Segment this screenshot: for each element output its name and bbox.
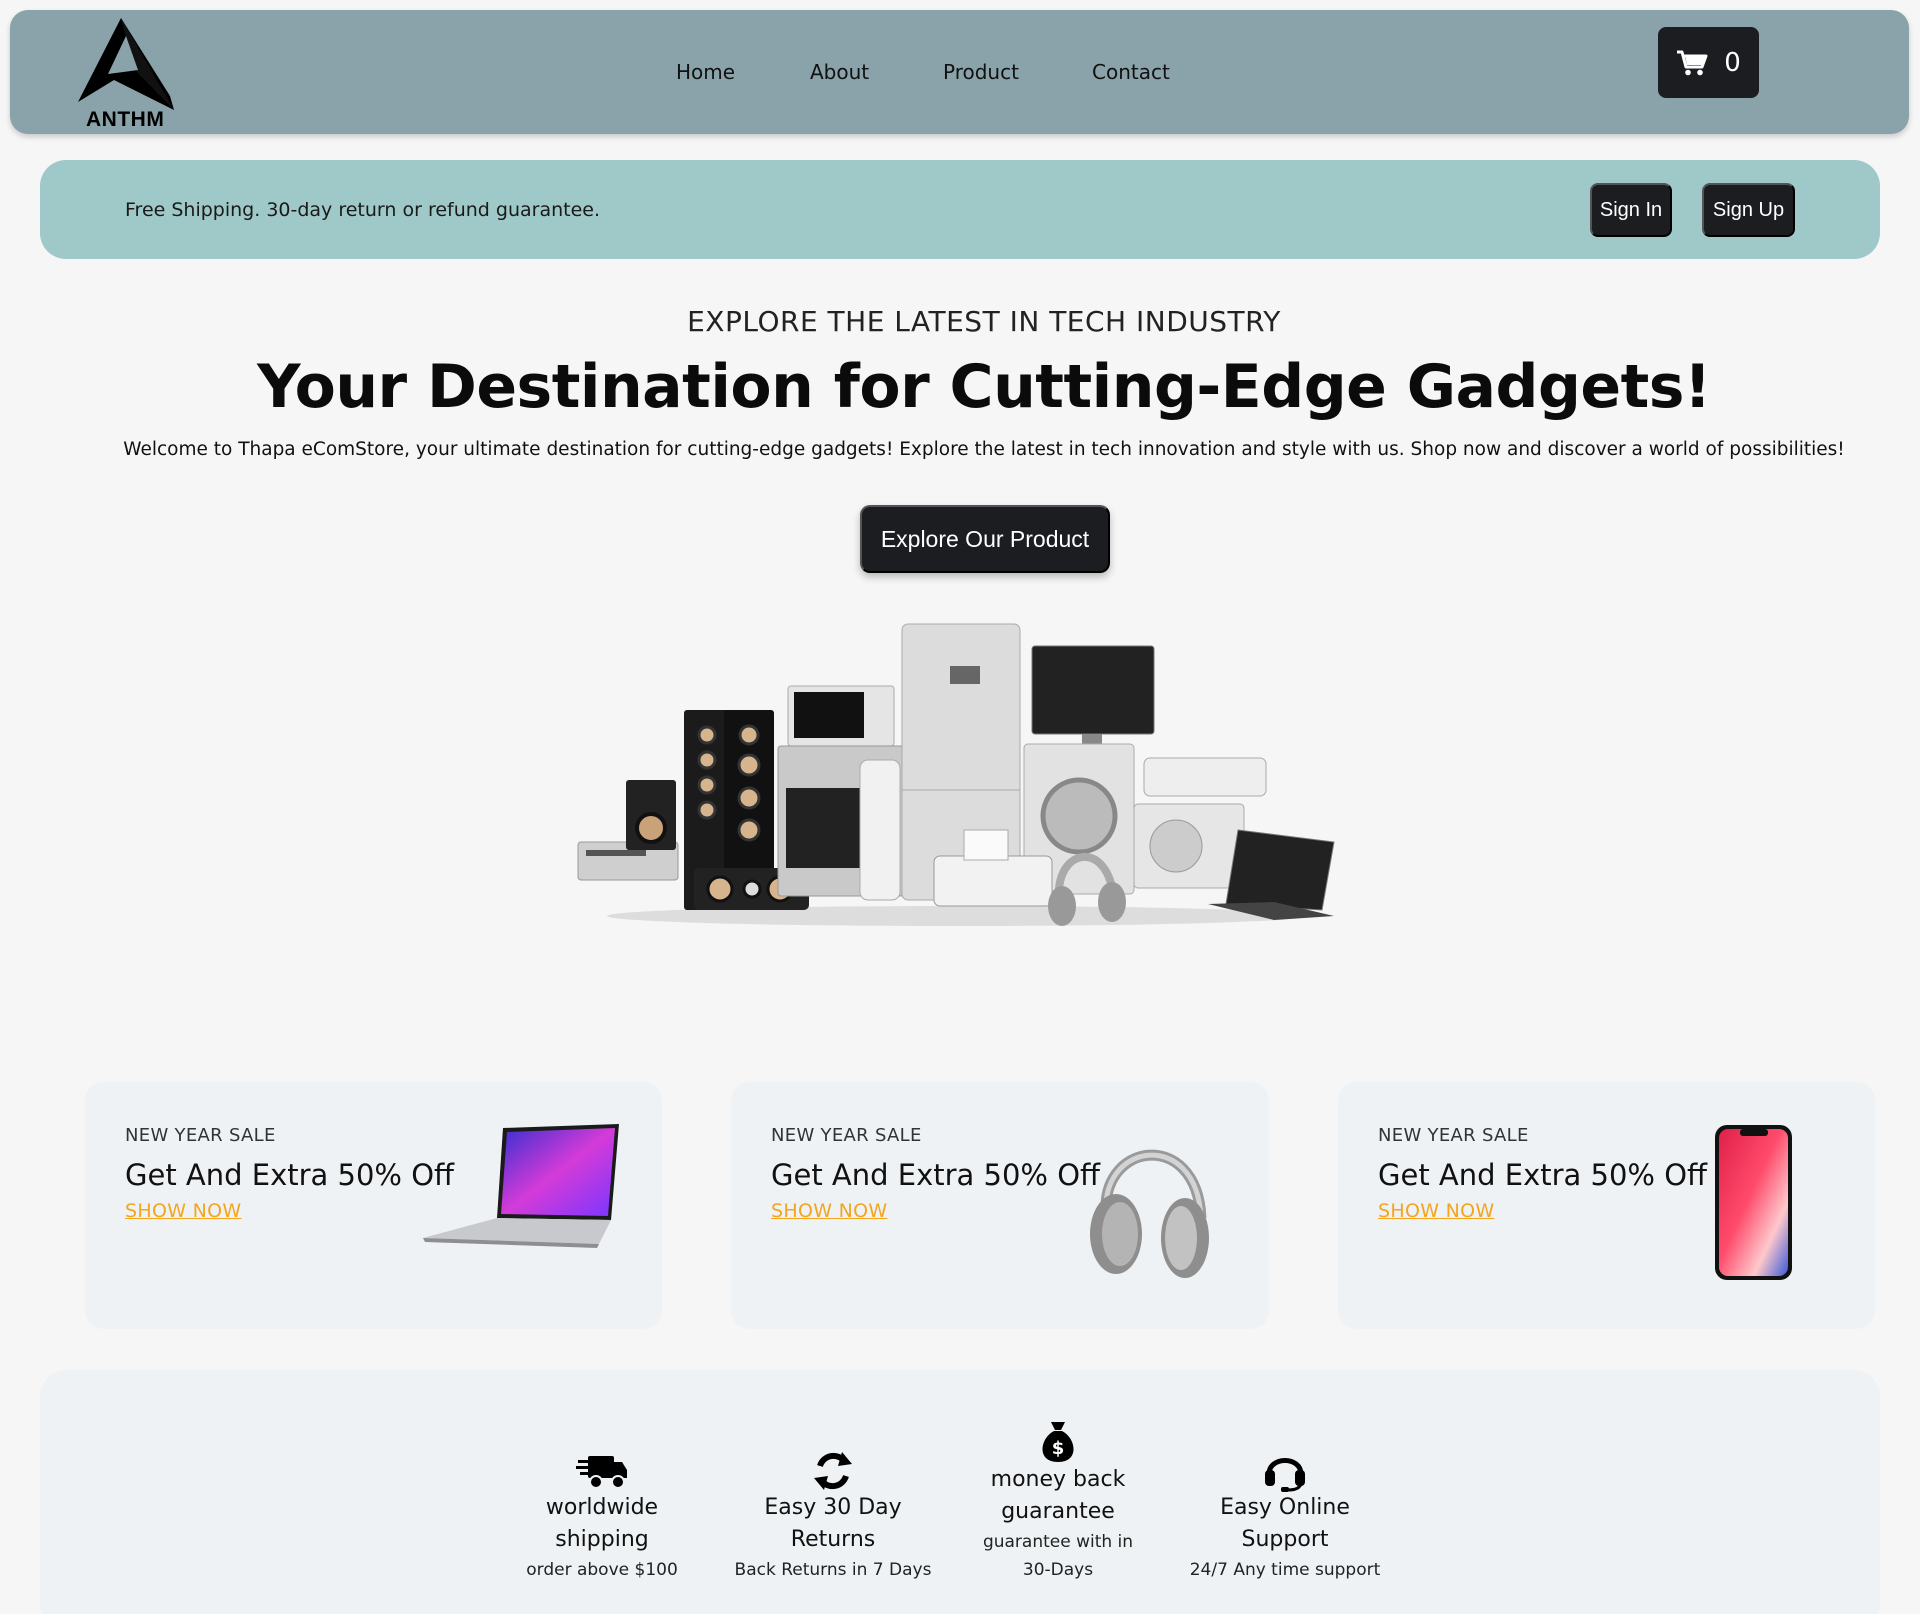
feature-title: money back guarantee (990, 1467, 1126, 1524)
hero-title: Your Destination for Cutting-Edge Gadget… (257, 352, 1711, 422)
explore-products-button[interactable]: Explore Our Product (860, 505, 1110, 573)
sign-up-button[interactable]: Sign Up (1702, 183, 1795, 237)
feature-title: worldwide shipping (545, 1495, 659, 1552)
show-now-link[interactable]: SHOW NOW (1378, 1200, 1494, 1222)
card-title: Get And Extra 50% Off (1378, 1158, 1707, 1192)
page: ANTHM Home About Product Contact 0 Free … (0, 0, 1920, 1614)
card-title: Get And Extra 50% Off (125, 1158, 454, 1192)
nav-contact[interactable]: Contact (1092, 60, 1170, 84)
feature-subtitle: Back Returns in 7 Days (734, 1560, 932, 1580)
card-kicker: NEW YEAR SALE (1378, 1125, 1529, 1146)
feature-shipping: worldwide shipping order above $100 (502, 1450, 702, 1584)
truck-icon (576, 1456, 627, 1489)
hero-eyebrow: EXPLORE THE LATEST IN TECH INDUSTRY (687, 305, 1281, 338)
nav-product[interactable]: Product (943, 60, 1019, 84)
cart-button[interactable]: 0 (1658, 27, 1759, 98)
laptop-image (423, 1122, 623, 1256)
feature-title: Easy Online Support (1220, 1495, 1350, 1552)
cart-count: 0 (1724, 47, 1741, 78)
nav-home[interactable]: Home (676, 60, 735, 84)
feature-money-back: $ money back guarantee guarantee with in… (968, 1420, 1148, 1584)
main-nav: Home About Product Contact (10, 10, 1909, 134)
sale-card-headphones[interactable]: NEW YEAR SALE Get And Extra 50% Off SHOW… (731, 1082, 1269, 1329)
feature-support: Easy Online Support 24/7 Any time suppor… (1180, 1450, 1390, 1584)
show-now-link[interactable]: SHOW NOW (771, 1200, 887, 1222)
cart-icon (1677, 50, 1708, 75)
svg-text:$: $ (1052, 1438, 1065, 1459)
nav-about[interactable]: About (810, 60, 869, 84)
headphones-image (1081, 1122, 1221, 1290)
feature-returns: Easy 30 Day Returns Back Returns in 7 Da… (728, 1450, 938, 1584)
card-kicker: NEW YEAR SALE (125, 1125, 276, 1146)
feature-subtitle: guarantee with in 30-Days (982, 1532, 1134, 1580)
feature-title: Easy 30 Day Returns (764, 1495, 902, 1552)
headset-icon (1265, 1458, 1305, 1492)
hero-appliances-image (574, 620, 1340, 930)
sign-in-button[interactable]: Sign In (1590, 183, 1672, 237)
feature-subtitle: 24/7 Any time support (1189, 1560, 1381, 1580)
smartphone-image (1714, 1124, 1794, 1286)
promo-bar: Free Shipping. 30-day return or refund g… (40, 160, 1880, 259)
features-section: worldwide shipping order above $100 Easy… (40, 1370, 1880, 1614)
feature-subtitle: order above $100 (526, 1560, 678, 1580)
hero-description: Welcome to Thapa eComStore, your ultimat… (123, 439, 1845, 460)
card-title: Get And Extra 50% Off (771, 1158, 1100, 1192)
promo-text: Free Shipping. 30-day return or refund g… (125, 199, 601, 221)
sale-card-smartphone[interactable]: NEW YEAR SALE Get And Extra 50% Off SHOW… (1338, 1082, 1875, 1329)
show-now-link[interactable]: SHOW NOW (125, 1200, 241, 1222)
money-bag-icon: $ (1042, 1422, 1074, 1462)
site-header: ANTHM Home About Product Contact 0 (10, 10, 1909, 134)
sale-card-laptop[interactable]: NEW YEAR SALE Get And Extra 50% Off SHOW… (85, 1082, 662, 1329)
card-kicker: NEW YEAR SALE (771, 1125, 922, 1146)
refresh-icon (814, 1452, 852, 1490)
